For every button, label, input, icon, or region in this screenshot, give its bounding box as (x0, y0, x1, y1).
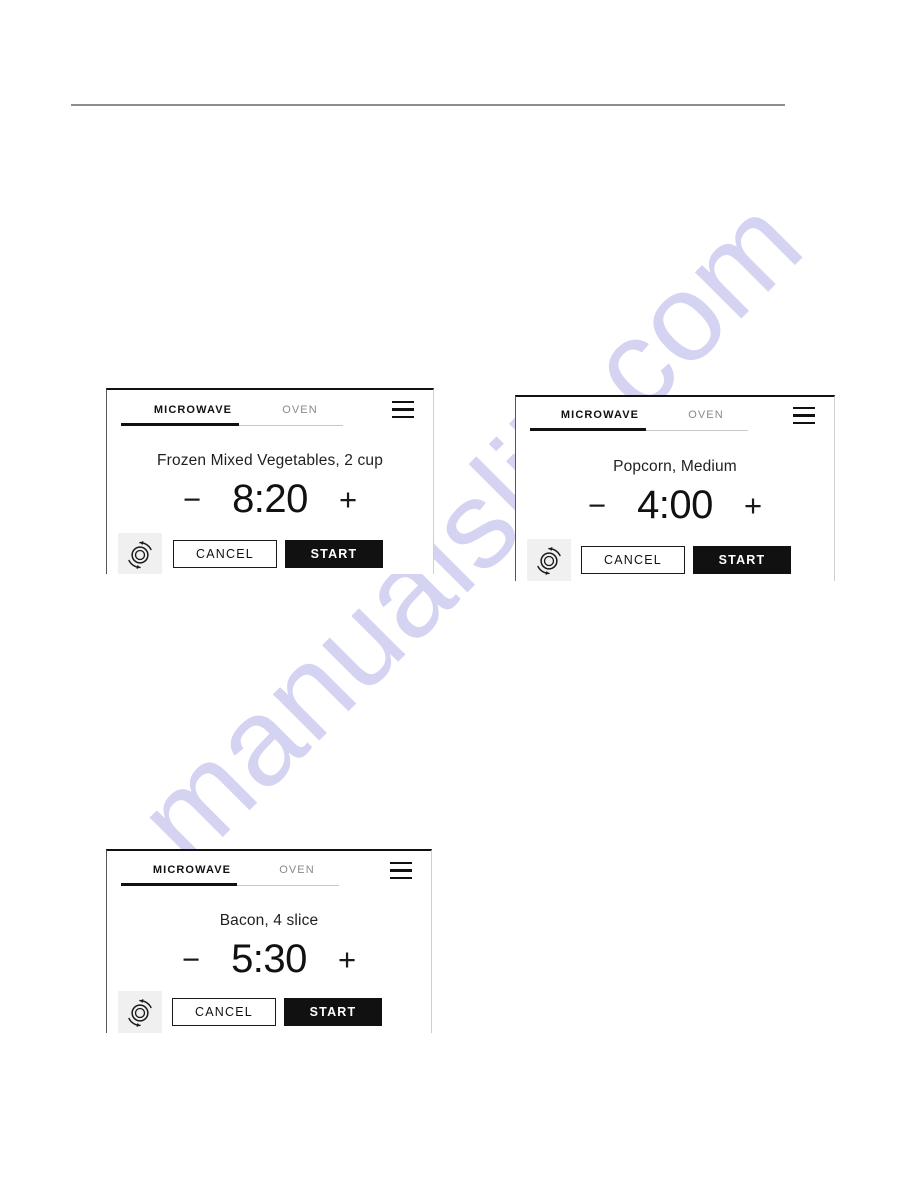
microwave-control-panel-2: MICROWAVE OVEN Popcorn, Medium − 4:00 + (515, 395, 835, 581)
cancel-button[interactable]: CANCEL (581, 546, 685, 574)
timer-increment-button[interactable]: + (324, 944, 370, 975)
hamburger-menu-icon[interactable] (392, 401, 414, 418)
tab-oven[interactable]: OVEN (247, 862, 347, 878)
timer-row: − 8:20 + (107, 478, 433, 520)
tab-microwave[interactable]: MICROWAVE (139, 862, 245, 878)
sensor-cook-button[interactable] (118, 991, 162, 1033)
tab-microwave[interactable]: MICROWAVE (139, 402, 247, 418)
tab-microwave-underline (530, 428, 646, 431)
start-button-label: START (309, 1005, 357, 1019)
start-button-label: START (310, 547, 358, 561)
tab-microwave[interactable]: MICROWAVE (546, 407, 654, 423)
panel-3-tab-bar: MICROWAVE OVEN (121, 860, 417, 888)
tab-oven-label: OVEN (688, 409, 724, 421)
hamburger-menu-icon[interactable] (390, 862, 412, 879)
cancel-button[interactable]: CANCEL (173, 540, 277, 568)
microwave-control-panel-3: MICROWAVE OVEN Bacon, 4 slice − 5:30 + C… (106, 849, 432, 1033)
timer-value: 4:00 (637, 483, 713, 527)
start-button[interactable]: START (285, 540, 383, 568)
timer-increment-button[interactable]: + (730, 490, 776, 521)
tab-oven-underline (646, 430, 748, 431)
header-rule (71, 104, 785, 106)
tab-oven[interactable]: OVEN (249, 402, 351, 418)
timer-value: 5:30 (231, 937, 307, 981)
timer-decrement-button[interactable]: − (168, 944, 214, 975)
timer-value: 8:20 (232, 477, 308, 521)
timer-increment-button[interactable]: + (325, 484, 371, 515)
timer-row: − 5:30 + (107, 938, 431, 980)
tab-oven[interactable]: OVEN (656, 407, 756, 423)
cancel-button-label: CANCEL (195, 1005, 253, 1019)
panel-1-tab-bar: MICROWAVE OVEN (121, 400, 419, 428)
tab-microwave-label: MICROWAVE (153, 404, 233, 416)
timer-row: − 4:00 + (516, 484, 834, 526)
panel-2-tab-bar: MICROWAVE OVEN (530, 405, 820, 433)
sensor-cook-icon (128, 998, 152, 1028)
food-program-label: Frozen Mixed Vegetables, 2 cup (157, 452, 383, 469)
cancel-button[interactable]: CANCEL (172, 998, 276, 1026)
start-button-label: START (718, 553, 766, 567)
tab-microwave-label: MICROWAVE (560, 409, 640, 421)
start-button[interactable]: START (284, 998, 382, 1026)
sensor-cook-icon (537, 546, 561, 576)
cancel-button-label: CANCEL (604, 553, 662, 567)
tab-oven-underline (237, 885, 339, 886)
tab-oven-label: OVEN (279, 864, 315, 876)
sensor-cook-button[interactable] (118, 533, 162, 574)
food-program-label: Popcorn, Medium (613, 458, 737, 475)
start-button[interactable]: START (693, 546, 791, 574)
tab-microwave-label: MICROWAVE (152, 864, 232, 876)
sensor-cook-icon (128, 540, 152, 570)
tab-microwave-underline (121, 423, 239, 426)
tab-oven-underline (239, 425, 343, 426)
cancel-button-label: CANCEL (196, 547, 254, 561)
document-page: manualslib.com MICROWAVE OVEN Frozen Mix… (0, 0, 918, 1188)
timer-decrement-button[interactable]: − (169, 484, 215, 515)
hamburger-menu-icon[interactable] (793, 407, 815, 424)
sensor-cook-button[interactable] (527, 539, 571, 581)
tab-microwave-underline (121, 883, 237, 886)
food-program-label: Bacon, 4 slice (219, 912, 319, 929)
timer-decrement-button[interactable]: − (574, 490, 620, 521)
microwave-control-panel-1: MICROWAVE OVEN Frozen Mixed Vegetables, … (106, 388, 434, 574)
tab-oven-label: OVEN (282, 404, 318, 416)
